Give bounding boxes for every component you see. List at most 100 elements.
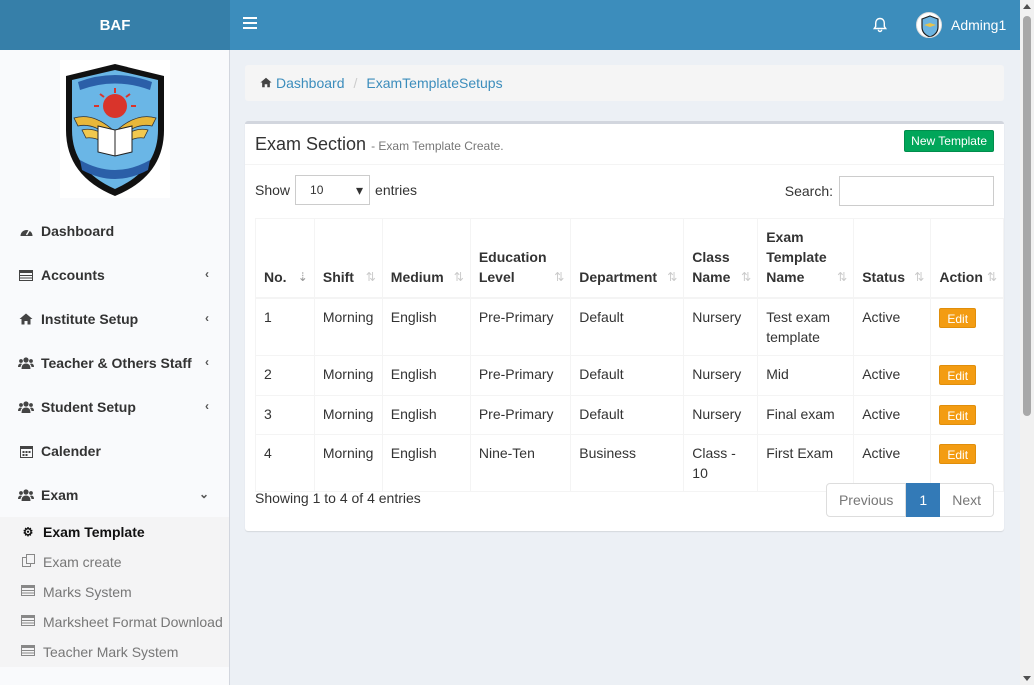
cell-medium: English	[381, 355, 471, 396]
column-header-status[interactable]: Status ⇅	[853, 218, 932, 299]
cell-action: Edit	[930, 395, 1004, 435]
sort-icon: ⇅	[914, 270, 925, 284]
cell-status: Active	[853, 297, 932, 356]
scrollbar-thumb[interactable]	[1023, 16, 1031, 416]
column-header-medium[interactable]: Medium ⇅	[381, 218, 471, 299]
submenu-item-marksheet-download[interactable]: Marksheet Format Download	[0, 607, 229, 637]
cell-no: 4	[255, 434, 315, 492]
column-header-shift[interactable]: Shift ⇅	[313, 218, 383, 299]
sort-icon: ⇅	[453, 270, 464, 284]
submenu-item-teacher-mark-system[interactable]: Teacher Mark System	[0, 637, 229, 667]
sort-icon: ⇅	[837, 270, 848, 284]
edit-button[interactable]: Edit	[939, 308, 977, 328]
next-page-button[interactable]: Next	[940, 483, 994, 517]
cell-class: Class - 10	[683, 434, 759, 492]
edit-button[interactable]: Edit	[939, 444, 977, 464]
table-icon	[20, 615, 36, 629]
page-scrollbar[interactable]	[1020, 0, 1034, 685]
sidebar-item-dashboard[interactable]: Dashboard	[0, 209, 229, 253]
sidebar-item-student-setup[interactable]: Student Setup ‹	[0, 385, 229, 429]
cell-department: Default	[570, 297, 685, 356]
new-template-button[interactable]: New Template	[904, 130, 994, 152]
cell-level: Nine-Ten	[469, 434, 572, 492]
cell-shift: Morning	[313, 297, 383, 356]
cell-template: Test exam template	[757, 297, 855, 356]
sidebar-item-label: Exam	[41, 487, 79, 503]
column-header-action[interactable]: Action ⇅	[930, 218, 1004, 299]
column-header-no[interactable]: No. ⇣	[255, 218, 315, 299]
previous-page-button[interactable]: Previous	[825, 483, 907, 517]
cell-shift: Morning	[313, 395, 383, 435]
cell-no: 3	[255, 395, 315, 435]
copy-icon	[20, 554, 36, 570]
table-icon	[18, 268, 34, 282]
column-header-education-level[interactable]: Education Level ⇅	[469, 218, 572, 299]
dashboard-icon	[18, 224, 34, 238]
cell-medium: English	[381, 395, 471, 435]
entries-length-control: Show 10 entries	[255, 175, 417, 205]
breadcrumb: Dashboard / ExamTemplateSetups	[245, 65, 1004, 101]
column-header-template-name[interactable]: Exam Template Name ⇅	[757, 218, 855, 299]
sidebar-item-label: Student Setup	[41, 399, 136, 415]
chevron-left-icon: ‹	[205, 355, 209, 369]
top-navbar: BAF Adming1	[0, 0, 1034, 50]
page-1-button[interactable]: 1	[906, 483, 941, 517]
search-control: Search:	[785, 175, 994, 207]
entries-select[interactable]: 10	[295, 175, 371, 205]
users-icon	[18, 400, 34, 414]
cell-template: Mid	[757, 355, 855, 396]
submenu-item-label: Teacher Mark System	[43, 644, 179, 660]
edit-button[interactable]: Edit	[939, 405, 977, 425]
cell-status: Active	[853, 355, 932, 396]
bell-icon[interactable]	[872, 17, 888, 33]
cell-level: Pre-Primary	[469, 297, 572, 356]
cell-class: Nursery	[683, 355, 759, 396]
sidebar-toggle-icon[interactable]	[243, 17, 257, 31]
users-icon	[18, 488, 34, 502]
cell-medium: English	[381, 297, 471, 356]
submenu-item-label: Exam Template	[43, 524, 145, 540]
table-info: Showing 1 to 4 of 4 entries	[255, 490, 421, 506]
brand-logo[interactable]: BAF	[0, 0, 230, 50]
scroll-up-arrow-icon[interactable]	[1023, 4, 1031, 9]
cell-action: Edit	[930, 297, 1004, 356]
sidebar-item-accounts[interactable]: Accounts ‹	[0, 253, 229, 297]
calendar-icon	[18, 444, 34, 458]
cell-department: Default	[570, 395, 685, 435]
sidebar-item-institute-setup[interactable]: Institute Setup ‹	[0, 297, 229, 341]
submenu-item-marks-system[interactable]: Marks System	[0, 577, 229, 607]
breadcrumb-separator: /	[353, 75, 358, 91]
sidebar-menu: Dashboard Accounts ‹ Institute Setup ‹ T…	[0, 209, 229, 667]
table-header-row: No. ⇣ Shift ⇅ Medium ⇅ Education Level ⇅ Dep…	[255, 218, 1004, 299]
column-header-class-name[interactable]: Class Name ⇅	[683, 218, 759, 299]
user-name: Adming1	[951, 17, 1007, 33]
show-label: Show	[255, 182, 291, 198]
breadcrumb-home-link[interactable]: Dashboard	[276, 75, 345, 91]
table-row: 2 Morning English Pre-Primary Default Nu…	[255, 355, 1004, 396]
breadcrumb-current-link[interactable]: ExamTemplateSetups	[366, 75, 502, 91]
submenu-item-label: Exam create	[43, 554, 122, 570]
edit-button[interactable]: Edit	[939, 365, 977, 385]
submenu-item-exam-template[interactable]: ⚙ Exam Template	[0, 517, 229, 547]
chevron-left-icon: ‹	[205, 311, 209, 325]
pagination: Previous 1 Next	[825, 483, 994, 517]
exam-section-box: Exam Section - Exam Template Create. New…	[245, 121, 1004, 531]
cell-no: 1	[255, 297, 315, 356]
table-icon	[20, 585, 36, 599]
avatar	[916, 12, 942, 38]
cell-action: Edit	[930, 355, 1004, 396]
submenu-item-exam-create[interactable]: Exam create	[0, 547, 229, 577]
sidebar-item-label: Institute Setup	[41, 311, 139, 327]
search-input[interactable]	[839, 176, 994, 206]
user-menu[interactable]: Adming1	[916, 12, 1006, 38]
sidebar-item-exam[interactable]: Exam ⌄	[0, 473, 229, 517]
sidebar-item-label: Teacher & Others Staff	[41, 355, 192, 371]
sort-asc-icon: ⇣	[297, 270, 308, 284]
column-header-department[interactable]: Department ⇅	[570, 218, 685, 299]
cell-department: Business	[570, 434, 685, 492]
entries-select-value: 10	[310, 183, 324, 197]
sidebar-item-teacher-staff[interactable]: Teacher & Others Staff ‹	[0, 341, 229, 385]
exam-template-table: No. ⇣ Shift ⇅ Medium ⇅ Education Level ⇅ Dep…	[255, 218, 1004, 492]
sidebar-item-calender[interactable]: Calender	[0, 429, 229, 473]
scroll-down-arrow-icon[interactable]	[1023, 676, 1031, 681]
